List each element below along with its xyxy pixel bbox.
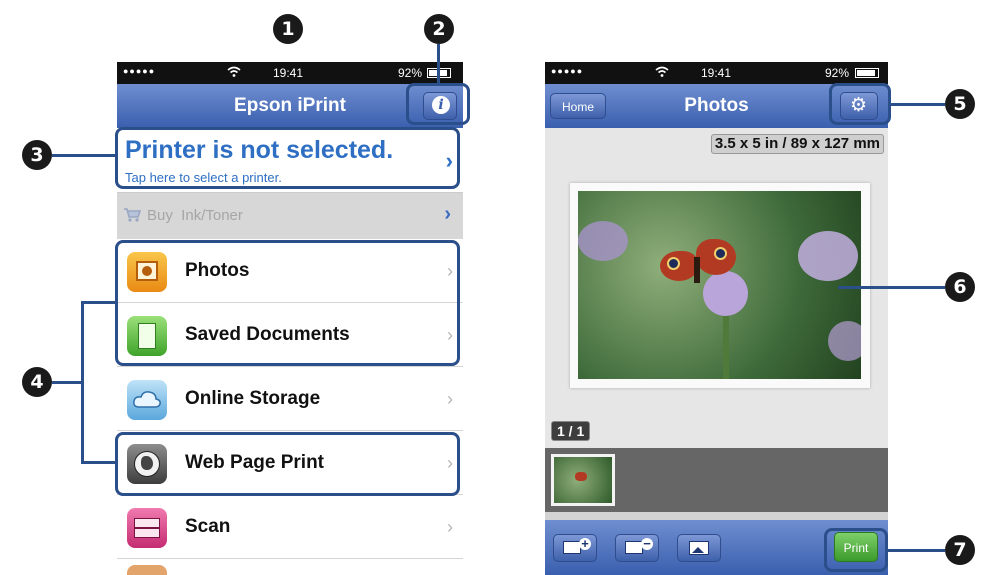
leader-bracket-4-bottom bbox=[81, 461, 116, 464]
chevron-right-icon: › bbox=[444, 203, 451, 225]
chevron-right-icon: › bbox=[447, 517, 453, 537]
menu-item-label: Scan bbox=[185, 516, 231, 537]
battery-icon bbox=[855, 68, 879, 78]
status-bar: ●●●●● 19:41 92% bbox=[117, 62, 463, 84]
leader-line-2 bbox=[437, 44, 440, 85]
butterfly-photo bbox=[578, 191, 861, 379]
callout-3: 3 bbox=[22, 140, 52, 170]
wifi-icon bbox=[655, 66, 669, 81]
leader-bracket-4 bbox=[81, 301, 84, 464]
preview-bottom bbox=[545, 512, 888, 520]
right-phone-screen: ●●●●● 19:41 92% Home Photos ⚙ 3.5 x 5 in… bbox=[545, 62, 888, 575]
signal-indicator: ●●●●● bbox=[123, 66, 156, 76]
status-time: 19:41 bbox=[273, 66, 304, 80]
add-photo-button[interactable]: + bbox=[553, 534, 597, 562]
cart-icon bbox=[123, 207, 142, 228]
leader-line-3 bbox=[52, 154, 116, 157]
page-counter: 1 / 1 bbox=[551, 421, 591, 441]
cloud-icon bbox=[127, 380, 167, 420]
menu-item-label: Online Storage bbox=[185, 388, 321, 409]
menu-item-online-storage[interactable]: Online Storage › bbox=[117, 367, 463, 431]
wifi-icon bbox=[227, 66, 241, 81]
callout-4: 4 bbox=[22, 367, 52, 397]
photo-thumbnail[interactable] bbox=[551, 454, 615, 506]
callout-2: 2 bbox=[424, 14, 454, 44]
battery-percent: 92% bbox=[825, 66, 850, 80]
scanner-icon bbox=[127, 508, 167, 548]
remove-photo-button[interactable]: − bbox=[615, 534, 659, 562]
edit-photo-button[interactable] bbox=[677, 534, 721, 562]
battery-percent: 92% bbox=[398, 66, 423, 80]
leader-bracket-4-top bbox=[81, 301, 116, 304]
next-menu-item-peek bbox=[117, 559, 463, 575]
callout-7: 7 bbox=[945, 535, 975, 565]
leader-line-4 bbox=[52, 381, 83, 384]
callout-5: 5 bbox=[945, 89, 975, 119]
leader-line-6 bbox=[838, 286, 945, 289]
highlight-settings-button bbox=[829, 83, 891, 125]
highlight-print-button bbox=[824, 528, 888, 572]
callout-1: 1 bbox=[273, 14, 303, 44]
paper-size-label[interactable]: 3.5 x 5 in / 89 x 127 mm bbox=[710, 134, 884, 154]
menu-item-scan[interactable]: Scan › bbox=[117, 495, 463, 559]
status-bar: ●●●●● 19:41 92% bbox=[545, 62, 888, 84]
leader-line-5 bbox=[891, 103, 945, 106]
thumbnail-strip bbox=[545, 448, 888, 512]
chevron-right-icon: › bbox=[447, 389, 453, 409]
signal-indicator: ●●●●● bbox=[551, 66, 584, 76]
highlight-web-page-print bbox=[115, 432, 460, 496]
buy-ink-label: Buy Ink/Toner bbox=[147, 207, 243, 224]
highlight-info-button bbox=[406, 83, 470, 125]
highlight-printer-banner bbox=[115, 127, 460, 189]
buy-ink-row[interactable]: Buy Ink/Toner › bbox=[117, 193, 463, 239]
highlight-photos-documents bbox=[115, 240, 460, 366]
photo-preview-page[interactable] bbox=[570, 183, 870, 388]
leader-line-7 bbox=[888, 549, 945, 552]
callout-6: 6 bbox=[945, 272, 975, 302]
status-time: 19:41 bbox=[701, 66, 732, 80]
